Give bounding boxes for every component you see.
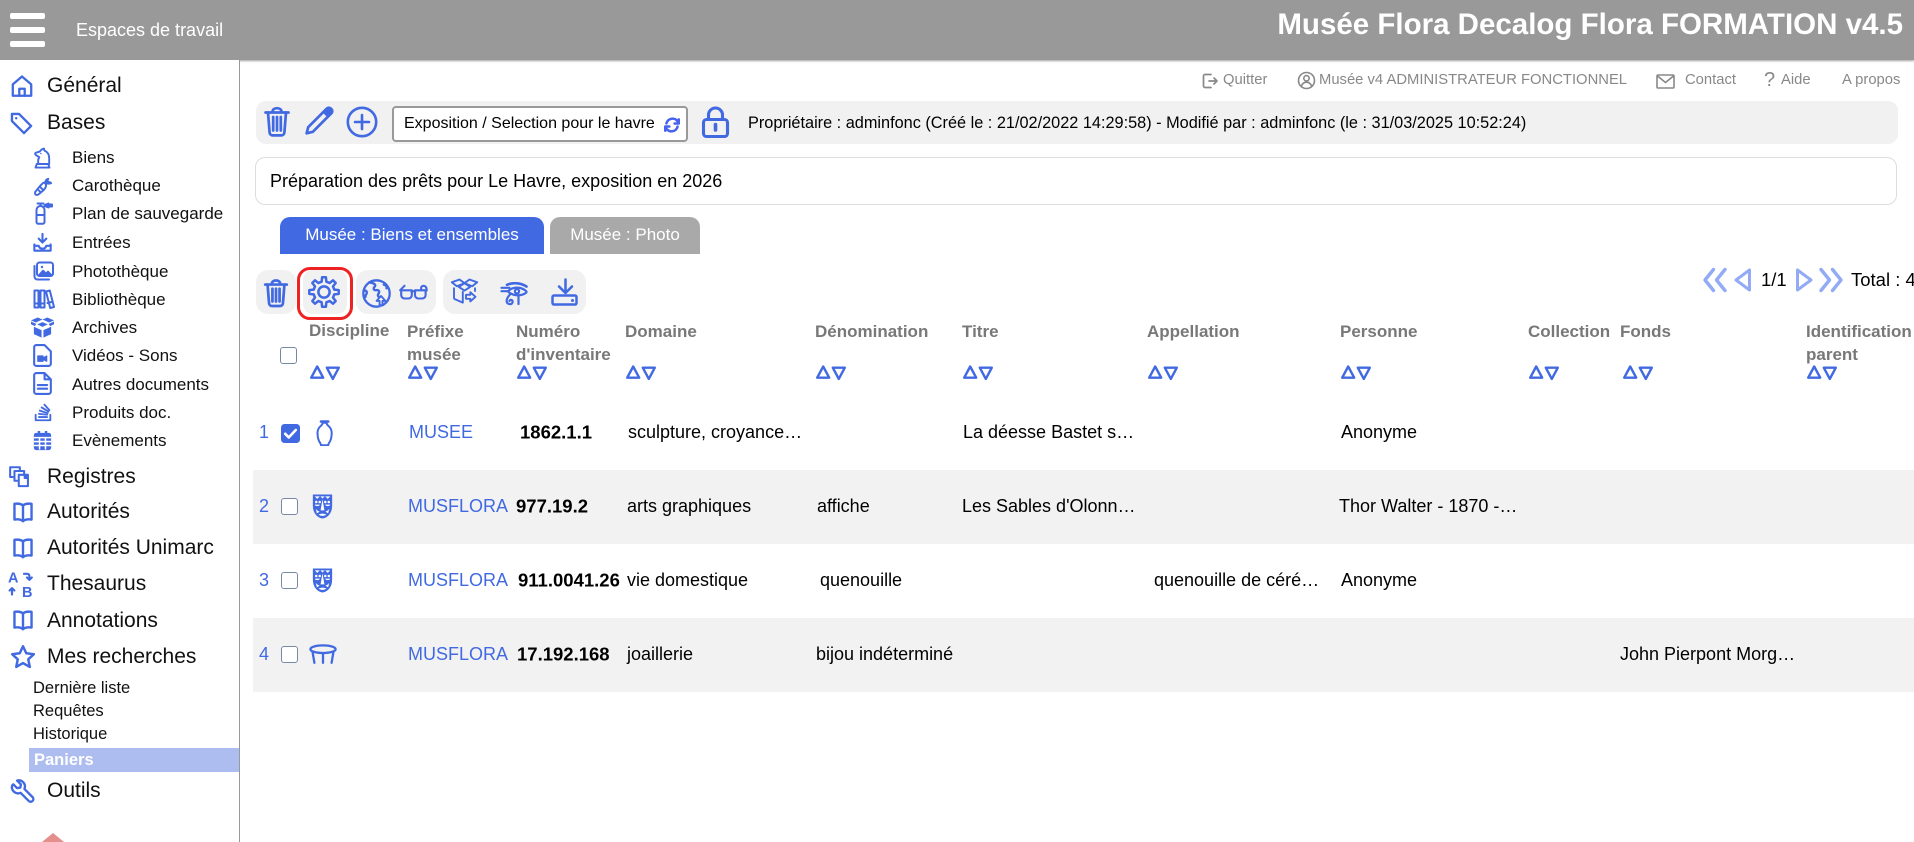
svg-text:B: B bbox=[22, 585, 32, 598]
svg-text:A: A bbox=[8, 571, 19, 587]
